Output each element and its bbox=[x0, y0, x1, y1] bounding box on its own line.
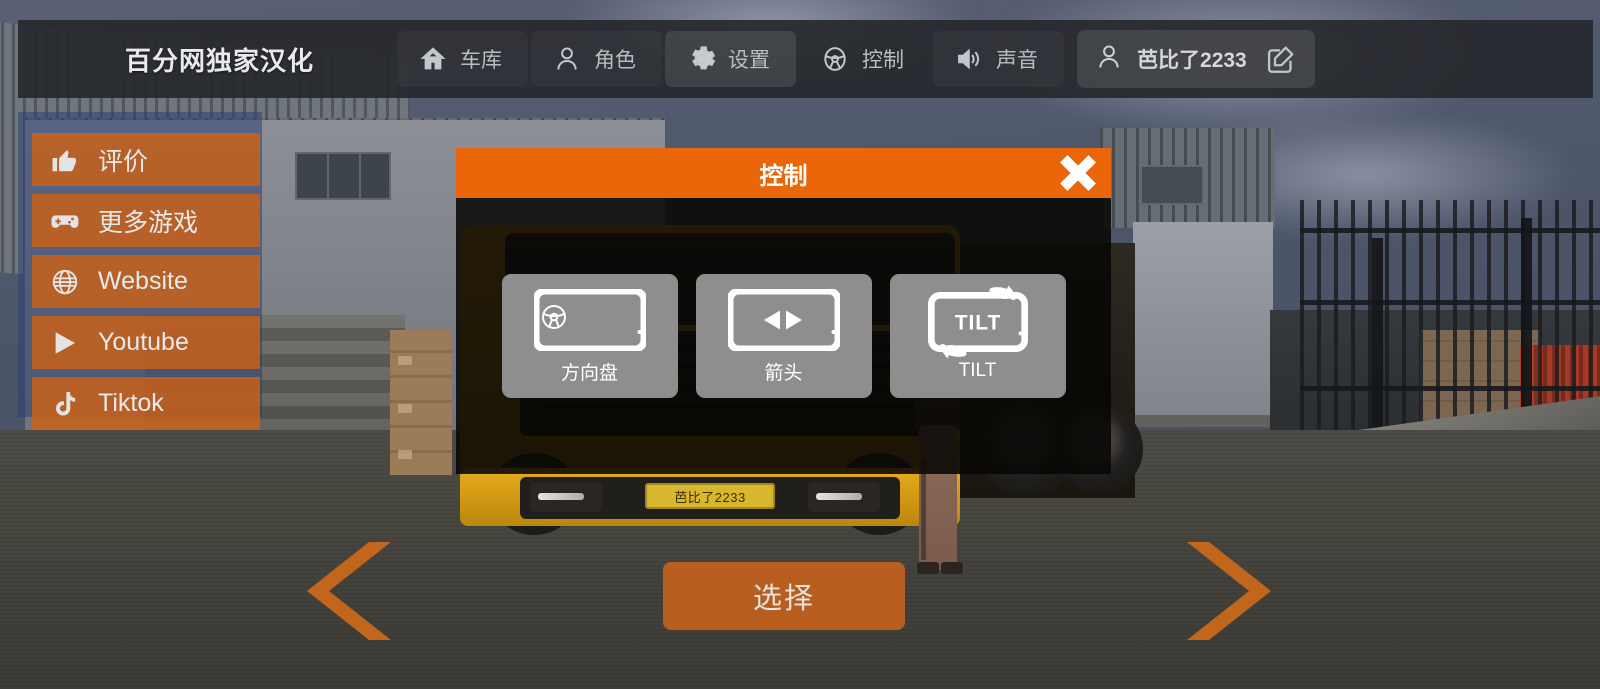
control-option-steering-wheel[interactable]: 方向盘 bbox=[501, 274, 678, 398]
phone-arrows-icon bbox=[724, 288, 844, 352]
sidebar-item-more-games[interactable]: 更多游戏 bbox=[32, 194, 260, 247]
globe-icon bbox=[48, 267, 82, 297]
fence-rail bbox=[1300, 300, 1600, 305]
sidebar-item-rate[interactable]: 评价 bbox=[32, 133, 260, 186]
nav-label: 声音 bbox=[996, 49, 1039, 72]
character-shoe bbox=[917, 562, 939, 574]
select-button-label: 选择 bbox=[752, 583, 815, 615]
fence-rail bbox=[1300, 228, 1600, 233]
phone-steering-wheel-icon bbox=[530, 288, 650, 352]
character-leg-gap bbox=[921, 460, 926, 560]
right-building-plinth bbox=[1133, 415, 1273, 427]
sidebar-item-youtube[interactable]: Youtube bbox=[32, 316, 260, 369]
select-button[interactable]: 选择 bbox=[663, 562, 905, 630]
nav-label: 角色 bbox=[594, 49, 637, 72]
gear-icon bbox=[687, 45, 716, 73]
nav-button-controls[interactable]: 控制 bbox=[799, 31, 930, 87]
chevron-left-icon[interactable] bbox=[303, 540, 395, 642]
nav-button-character[interactable]: 角色 bbox=[531, 31, 662, 87]
username-label: 芭比了2233 bbox=[1137, 49, 1247, 72]
control-option-tilt[interactable]: TILT TILT bbox=[889, 274, 1066, 398]
license-plate: 芭比了2233 bbox=[645, 483, 775, 509]
nav-button-garage[interactable]: 车库 bbox=[397, 31, 528, 87]
top-navigation-bar: 百分网独家汉化 车库 角色 设置 控制 声音 芭比了2233 bbox=[18, 20, 1593, 98]
close-x-icon[interactable] bbox=[1057, 152, 1099, 194]
sidebar-item-label: Tiktok bbox=[98, 389, 164, 417]
fence-rail bbox=[1300, 386, 1600, 391]
nav-label: 车库 bbox=[460, 49, 503, 72]
nav-button-group: 车库 角色 设置 控制 声音 芭比了2233 bbox=[397, 20, 1315, 98]
nav-label: 设置 bbox=[728, 49, 771, 72]
nav-button-settings[interactable]: 设置 bbox=[665, 31, 797, 87]
home-icon bbox=[419, 45, 447, 73]
gamepad-icon bbox=[48, 206, 82, 236]
right-building-window bbox=[1140, 165, 1204, 205]
phone-tilt-icon: TILT bbox=[918, 285, 1038, 359]
svg-text:TILT: TILT bbox=[954, 312, 1000, 335]
social-side-menu: 评价 更多游戏 Website Youtube Tiktok bbox=[32, 133, 260, 438]
controls-dialog: 控制 方向盘 箭头 TILT TILT bbox=[456, 148, 1111, 474]
sidebar-item-label: 更多游戏 bbox=[98, 208, 199, 237]
headlight-right bbox=[808, 482, 880, 512]
headlight-left bbox=[530, 482, 602, 512]
warehouse-window bbox=[295, 152, 391, 200]
play-triangle-icon bbox=[48, 328, 82, 358]
steering-wheel-icon bbox=[821, 45, 849, 73]
nav-label: 控制 bbox=[862, 49, 905, 72]
sidebar-item-website[interactable]: Website bbox=[32, 255, 260, 308]
right-building-wall bbox=[1133, 222, 1273, 417]
tiktok-note-icon bbox=[48, 389, 82, 419]
control-option-label: 方向盘 bbox=[560, 362, 618, 384]
thumbs-up-icon bbox=[48, 145, 82, 175]
chevron-right-icon[interactable] bbox=[1183, 540, 1275, 642]
edit-pencil-icon[interactable] bbox=[1261, 39, 1301, 79]
dialog-body: 方向盘 箭头 TILT TILT bbox=[456, 198, 1111, 474]
control-option-label: 箭头 bbox=[764, 362, 803, 384]
sidebar-item-label: 评价 bbox=[98, 147, 149, 176]
sidebar-item-label: Youtube bbox=[98, 328, 189, 356]
user-profile-box[interactable]: 芭比了2233 bbox=[1077, 30, 1315, 88]
fence-post bbox=[1372, 238, 1383, 448]
control-option-label: TILT bbox=[958, 360, 997, 381]
dialog-title: 控制 bbox=[759, 162, 808, 190]
person-icon bbox=[553, 45, 581, 73]
nav-button-sound[interactable]: 声音 bbox=[933, 31, 1064, 87]
dialog-header: 控制 bbox=[456, 148, 1111, 198]
control-option-arrows[interactable]: 箭头 bbox=[695, 274, 872, 398]
brand-title: 百分网独家汉化 bbox=[125, 45, 315, 76]
sidebar-item-label: Website bbox=[98, 267, 188, 295]
avatar-person-icon bbox=[1095, 43, 1123, 76]
speaker-icon bbox=[955, 45, 983, 73]
sidebar-item-tiktok[interactable]: Tiktok bbox=[32, 377, 260, 430]
character-shoe bbox=[941, 562, 963, 574]
